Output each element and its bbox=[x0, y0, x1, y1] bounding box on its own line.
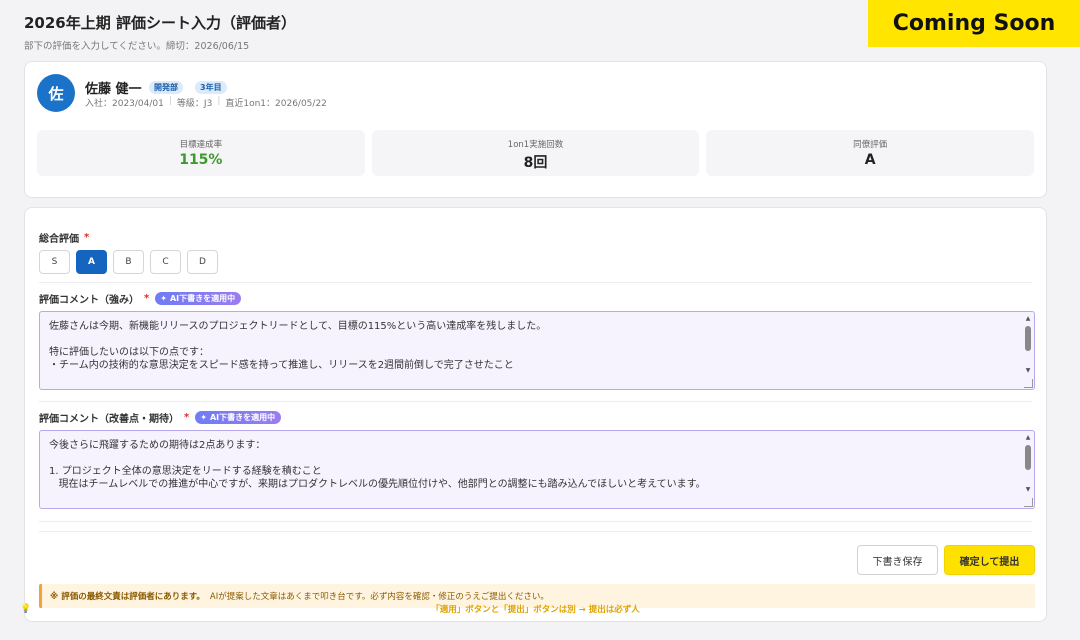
tip-text: 「適用」ボタンと「提出」ボタンは別 → 提出は必ず人 bbox=[431, 605, 640, 615]
grade-level: 等級：J3 bbox=[176, 99, 213, 109]
strengths-label-text: 評価コメント（強み） bbox=[39, 295, 139, 306]
ai-draft-badge-text: AI下書きを適用中 bbox=[209, 413, 276, 422]
text-line: 1. プロジェクト全体の意思決定をリードする経験を積むこと bbox=[49, 466, 322, 477]
resize-handle-icon[interactable] bbox=[1024, 498, 1033, 507]
overall-rating-label: 総合評価 * bbox=[39, 230, 89, 245]
employee-card: 佐 佐藤 健一 開発部 3年目 入社：2023/04/01 | 等級：J3 | … bbox=[24, 61, 1047, 198]
improvement-label: 評価コメント（改善点・期待） * ✦ AI下書きを適用中 bbox=[39, 410, 282, 425]
required-mark: * bbox=[184, 412, 190, 423]
stat-peer-review: 同僚評価 A bbox=[706, 130, 1035, 176]
scroll-up-icon[interactable]: ▲ bbox=[1024, 315, 1032, 323]
employee-meta: 入社：2023/04/01 | 等級：J3 | 直近1on1：2026/05/2… bbox=[85, 96, 327, 109]
scroll-down-icon[interactable]: ▼ bbox=[1024, 486, 1032, 494]
submit-button[interactable]: 確定して提出 bbox=[944, 545, 1035, 575]
join-date: 入社：2023/04/01 bbox=[85, 99, 164, 109]
stat-1on1-count: 1on1実施回数 8回 bbox=[371, 130, 700, 176]
strengths-label: 評価コメント（強み） * ✦ AI下書きを適用中 bbox=[39, 291, 242, 306]
scrollbar[interactable]: ▲ ▼ bbox=[1024, 434, 1032, 494]
ai-draft-badge: ✦ AI下書きを適用中 bbox=[155, 292, 242, 305]
grade-button-s[interactable]: S bbox=[39, 250, 70, 274]
resize-handle-icon[interactable] bbox=[1024, 379, 1033, 388]
scroll-thumb[interactable] bbox=[1025, 445, 1031, 470]
stat-value: A bbox=[864, 152, 876, 168]
text-line: 特に評価したいのは以下の点です： bbox=[49, 347, 209, 358]
required-mark: * bbox=[84, 232, 90, 243]
meta-separator: | bbox=[168, 96, 172, 106]
notice-bold: ※ 評価の最終文責は評価者にあります。 bbox=[50, 592, 205, 602]
strengths-textarea[interactable]: 佐藤さんは今期、新機能リリースのプロジェクトリードとして、目標の115%という高… bbox=[39, 311, 1035, 390]
page-header: 2026年上期 評価シート入力（評価者） 部下の評価を入力してください。締切：2… bbox=[24, 12, 296, 52]
sparkle-icon: ✦ bbox=[200, 413, 207, 422]
page-title: 2026年上期 評価シート入力（評価者） bbox=[24, 14, 296, 32]
text-line: ・チーム内の技術的な意思決定をスピード感を持って推進し、リリースを2週間前倒しで… bbox=[49, 360, 514, 371]
text-line: 佐藤さんは今期、新機能リリースのプロジェクトリードとして、目標の115%という高… bbox=[49, 321, 547, 332]
grade-selector: S A B C D bbox=[39, 250, 218, 274]
stat-value: 8回 bbox=[523, 155, 548, 171]
overall-rating-text: 総合評価 bbox=[39, 234, 79, 245]
divider bbox=[39, 401, 1032, 402]
stat-goal-achievement: 目標達成率 115% bbox=[37, 130, 365, 176]
divider bbox=[39, 282, 1032, 283]
stat-value: 115% bbox=[179, 152, 223, 168]
text-line bbox=[49, 333, 1016, 346]
scroll-up-icon[interactable]: ▲ bbox=[1024, 434, 1032, 442]
text-line: 今後さらに飛躍するための期待は2点あります： bbox=[49, 440, 266, 451]
stat-label: 同僚評価 bbox=[853, 140, 888, 150]
tenure-badge: 3年目 bbox=[195, 81, 227, 94]
notice-text: AIが提案した文章はあくまで叩き台です。必ず内容を確認・修正のうえご提出ください… bbox=[209, 592, 549, 602]
evaluation-form: 総合評価 * S A B C D 評価コメント（強み） * ✦ AI下書きを適用… bbox=[24, 207, 1047, 622]
page-subtitle: 部下の評価を入力してください。締切：2026/06/15 bbox=[24, 41, 250, 52]
last-1on1: 直近1on1：2026/05/22 bbox=[225, 99, 327, 109]
scrollbar[interactable]: ▲ ▼ bbox=[1024, 315, 1032, 375]
stat-label: 目標達成率 bbox=[179, 140, 223, 150]
divider bbox=[39, 521, 1032, 522]
improvement-label-text: 評価コメント（改善点・期待） bbox=[39, 414, 179, 425]
sparkle-icon: ✦ bbox=[160, 294, 167, 303]
grade-button-c[interactable]: C bbox=[150, 250, 181, 274]
text-line: 現在はチームレベルでの推進が中心ですが、来期はプロダクトレベルの優先順位付けや、… bbox=[49, 479, 706, 490]
scroll-thumb[interactable] bbox=[1025, 326, 1031, 351]
coming-soon-banner: Coming Soon bbox=[868, 0, 1080, 47]
stats-row: 目標達成率 115% 1on1実施回数 8回 同僚評価 A bbox=[37, 130, 1035, 176]
ai-draft-badge: ✦ AI下書きを適用中 bbox=[195, 411, 282, 424]
divider bbox=[39, 531, 1032, 532]
text-line bbox=[49, 452, 1016, 465]
improvement-textarea[interactable]: 今後さらに飛躍するための期待は2点あります： 1. プロジェクト全体の意思決定を… bbox=[39, 430, 1035, 509]
department-badge: 開発部 bbox=[149, 81, 183, 94]
stat-label: 1on1実施回数 bbox=[507, 140, 564, 150]
grade-button-b[interactable]: B bbox=[113, 250, 144, 274]
avatar: 佐 bbox=[37, 74, 75, 112]
grade-button-d[interactable]: D bbox=[187, 250, 218, 274]
grade-button-a[interactable]: A bbox=[76, 250, 107, 274]
save-draft-button[interactable]: 下書き保存 bbox=[857, 545, 938, 575]
scroll-down-icon[interactable]: ▼ bbox=[1024, 367, 1032, 375]
meta-separator: | bbox=[217, 96, 221, 106]
employee-name: 佐藤 健一 bbox=[85, 82, 142, 97]
ai-draft-badge-text: AI下書きを適用中 bbox=[169, 294, 236, 303]
required-mark: * bbox=[144, 293, 150, 304]
